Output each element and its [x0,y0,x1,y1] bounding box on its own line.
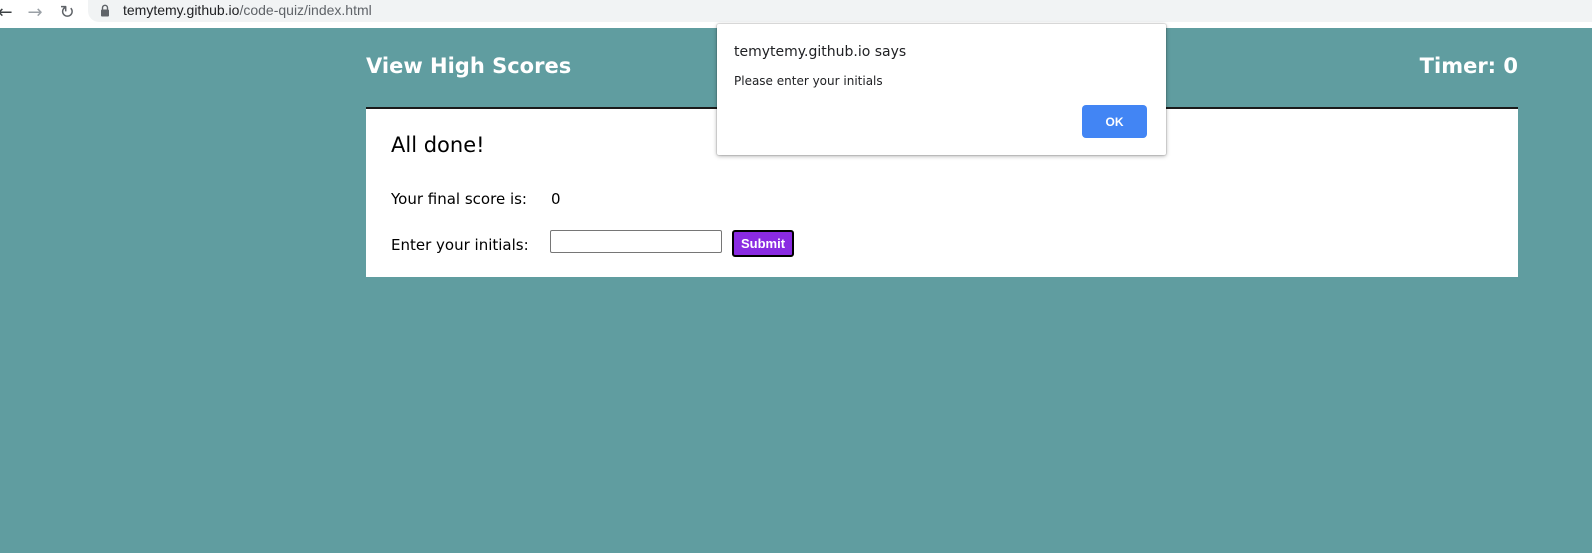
timer-display: Timer: 0 [1419,54,1518,78]
reload-icon[interactable]: ↻ [56,2,78,24]
dialog-title: temytemy.github.io says [734,44,907,60]
url-host: temytemy.github.io [123,2,240,18]
lock-icon[interactable] [100,4,110,17]
submit-button[interactable]: Submit [732,230,795,257]
view-high-scores-link[interactable]: View High Scores [366,54,571,78]
alert-dialog: temytemy.github.io says Please enter you… [717,24,1166,155]
dialog-ok-button[interactable]: OK [1082,105,1147,138]
dialog-message: Please enter your initials [734,74,883,88]
page-title: All done! [391,133,485,157]
initials-input[interactable] [550,230,722,253]
url-path: /code-quiz/index.html [239,2,372,18]
final-score-value: 0 [551,190,561,208]
forward-arrow-icon[interactable]: → [24,2,46,24]
back-arrow-icon[interactable]: ← [0,2,16,24]
final-score-label: Your final score is: [391,190,527,208]
address-bar[interactable]: temytemy.github.io/code-quiz/index.html [88,0,1592,22]
url-text[interactable]: temytemy.github.io/code-quiz/index.html [123,2,372,18]
initials-label: Enter your initials: [391,236,529,254]
